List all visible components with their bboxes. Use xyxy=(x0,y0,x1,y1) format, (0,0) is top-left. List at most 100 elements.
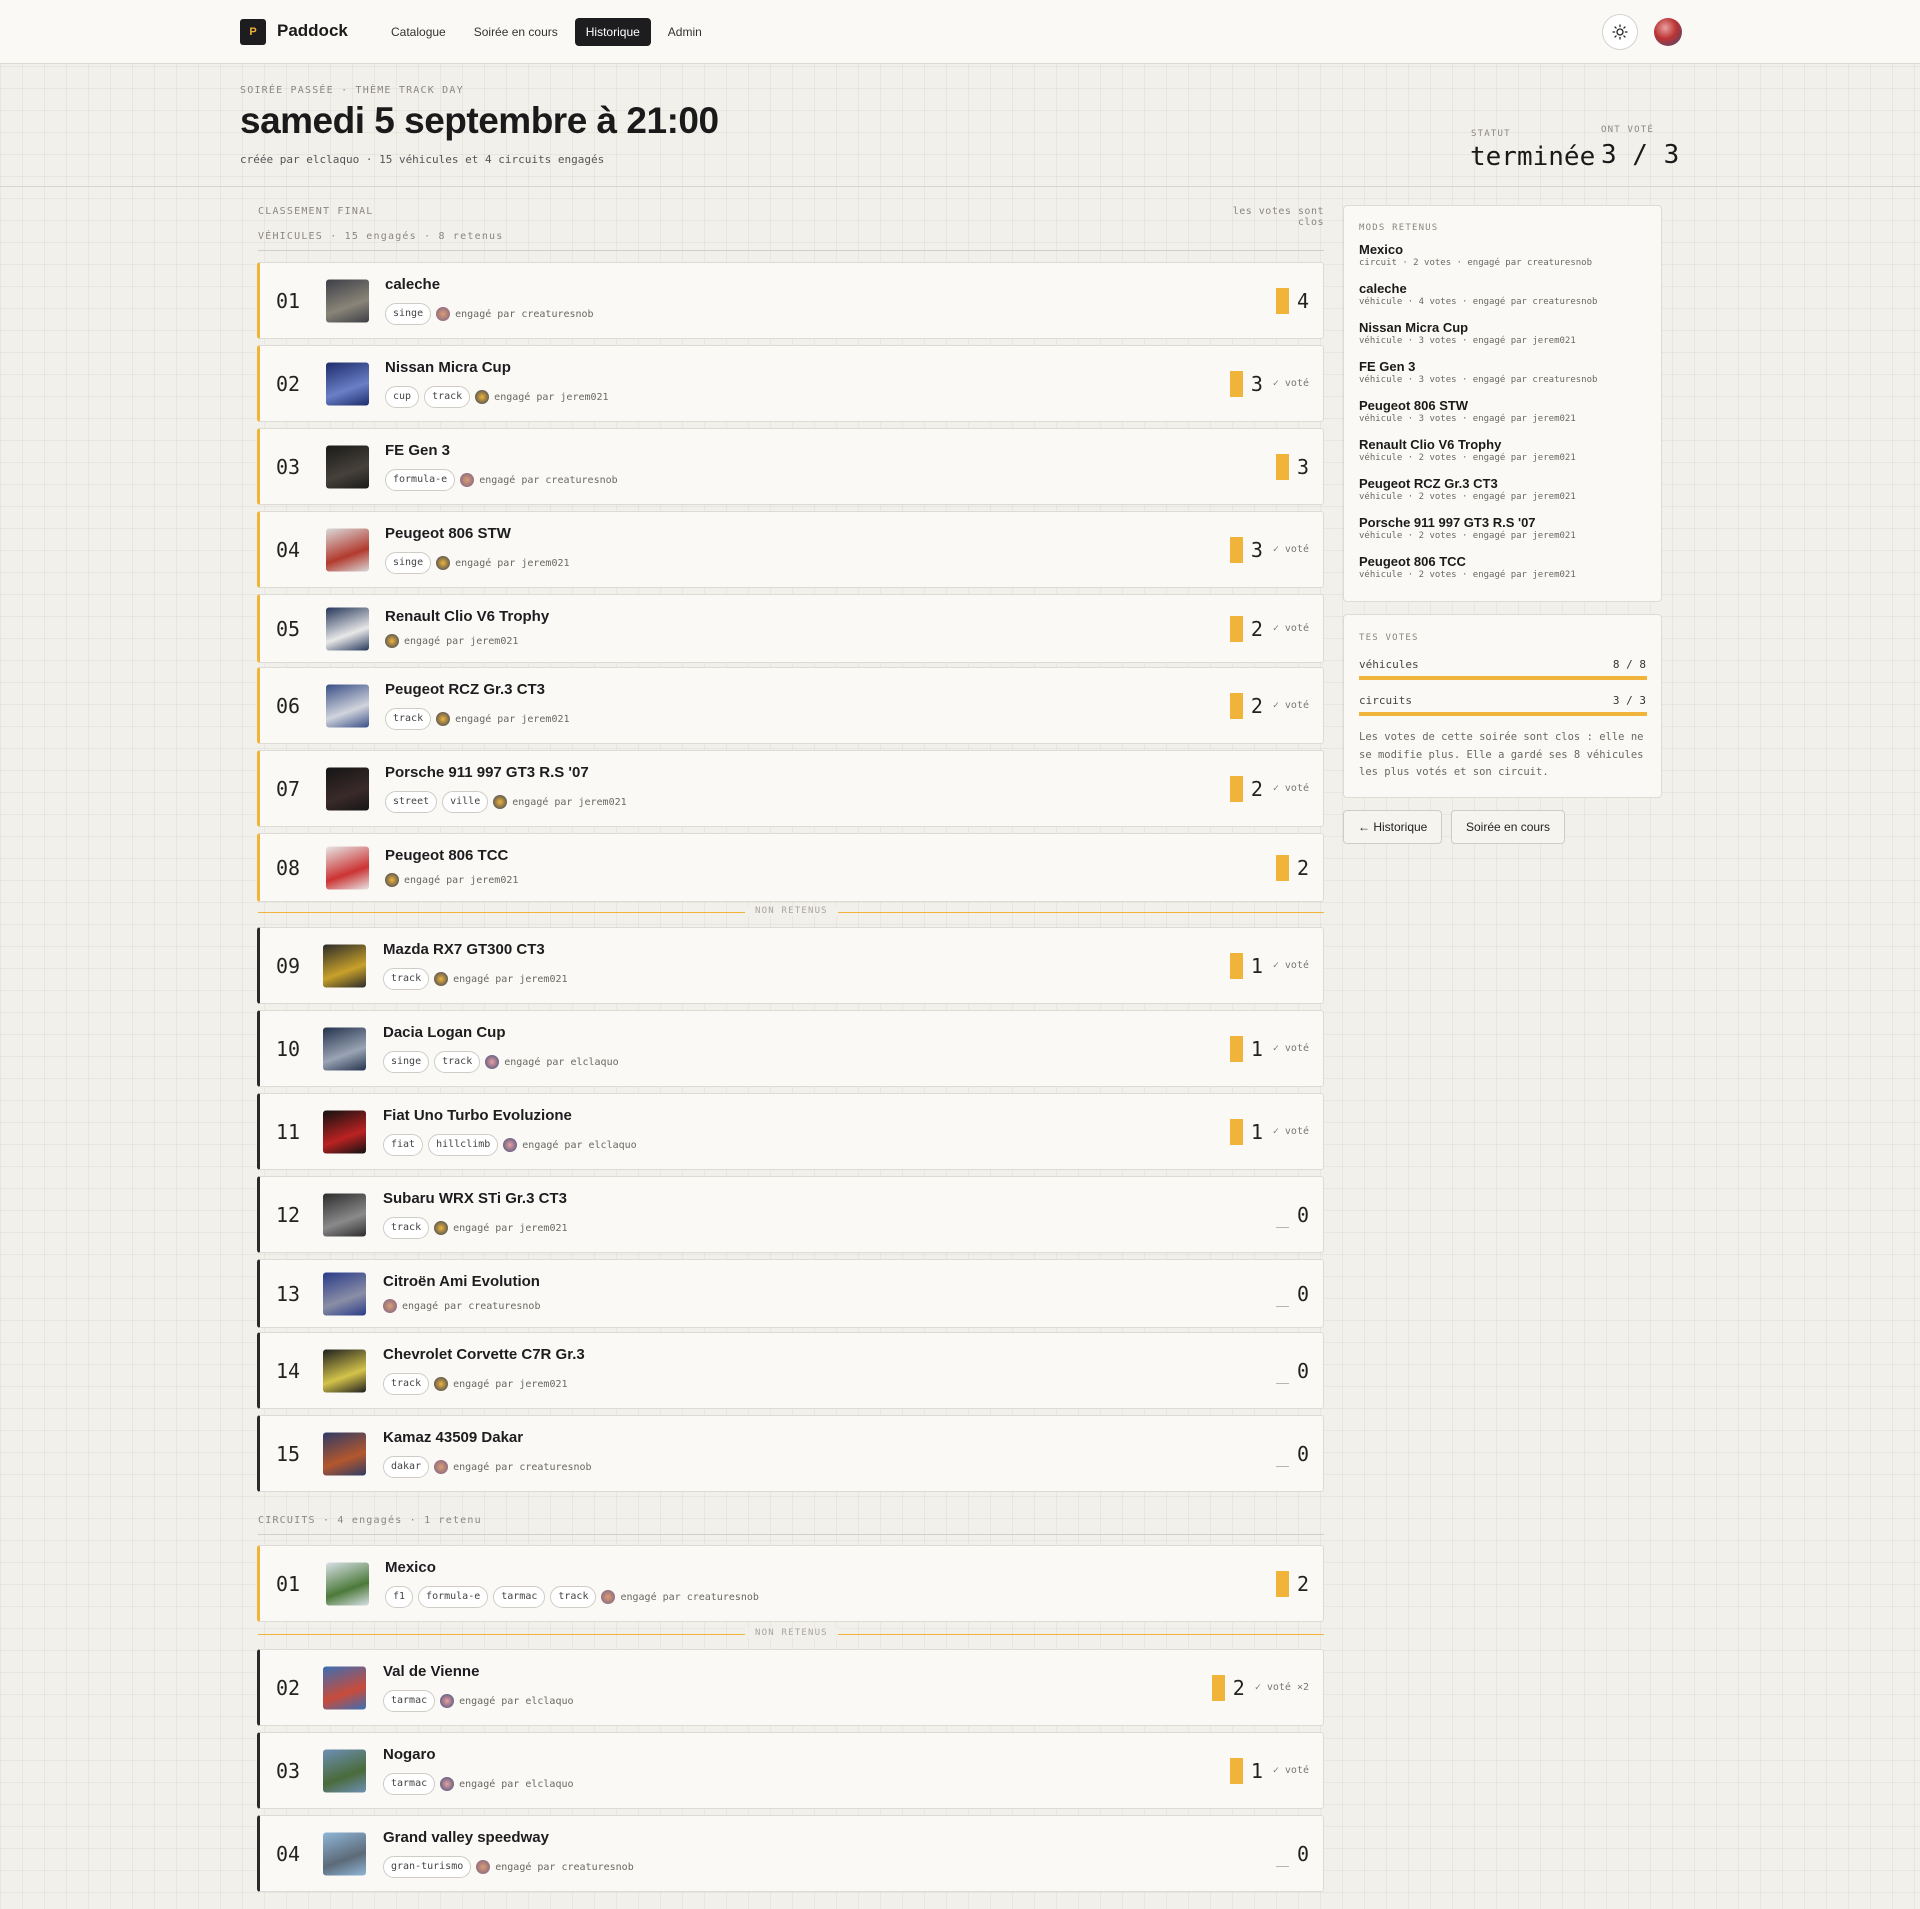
page-subtitle: créée par elclaquo · 15 véhicules et 4 c… xyxy=(240,153,605,166)
tag-chip[interactable]: cup xyxy=(385,386,420,408)
voted-badge: ✓ voté xyxy=(1272,1126,1309,1137)
tag-chip[interactable]: track xyxy=(383,1217,430,1239)
tag-chip[interactable]: singe xyxy=(383,1051,430,1073)
kept-mod-item[interactable]: Peugeot 806 TCC véhicule · 2 votes · enga… xyxy=(1359,554,1576,580)
ranking-row[interactable]: 12 Subaru WRX STi Gr.3 CT3 track engagé par… xyxy=(257,1176,1324,1253)
vote-count: 2 xyxy=(1250,616,1263,641)
tag-chip[interactable]: street xyxy=(385,791,438,813)
item-thumbnail xyxy=(326,684,369,727)
nav-admin[interactable]: Admin xyxy=(657,18,713,46)
ranking-row[interactable]: 04 Grand valley speedway gran-turismo engag… xyxy=(257,1815,1324,1892)
submitter-text: engagé par jerem021 xyxy=(455,557,570,569)
ranking-row[interactable]: 02 Nissan Micra Cup cup track engagé par jer… xyxy=(257,345,1324,422)
rank-number: 10 xyxy=(276,1036,301,1061)
not-kept-label-circuits: NON RETENUS xyxy=(745,1628,838,1638)
tag-chip[interactable]: tarmac xyxy=(383,1690,436,1712)
tag-chip[interactable]: formula-e xyxy=(385,469,456,491)
item-name: Citroën Ami Evolution xyxy=(383,1273,540,1290)
tag-chip[interactable]: track xyxy=(385,708,432,730)
logo-icon[interactable]: P xyxy=(240,19,266,45)
voted-badge: ✓ voté xyxy=(1272,1043,1309,1054)
nav-soiree-en-cours[interactable]: Soirée en cours xyxy=(463,18,569,46)
rank-number: 12 xyxy=(276,1202,301,1227)
tag-chip[interactable]: singe xyxy=(385,303,432,325)
ranking-row[interactable]: 03 FE Gen 3 formula-e engagé par creaturesn… xyxy=(257,428,1324,505)
tag-chip[interactable]: track xyxy=(383,1373,430,1395)
kept-mod-item[interactable]: Porsche 911 997 GT3 R.S '07 véhicule · 2 … xyxy=(1359,515,1576,541)
submitter-text: engagé par elclaquo xyxy=(504,1056,619,1068)
item-meta: engagé par jerem021 xyxy=(385,873,518,887)
nav-historique[interactable]: Historique xyxy=(574,18,651,46)
submitter-avatar xyxy=(434,1221,449,1235)
ranking-row[interactable]: 10 Dacia Logan Cup singe track engagé par el… xyxy=(257,1010,1324,1087)
ranking-row[interactable]: 14 Chevrolet Corvette C7R Gr.3 track engagé… xyxy=(257,1332,1324,1409)
kept-mod-item[interactable]: Nissan Micra Cup véhicule · 3 votes · eng… xyxy=(1359,320,1576,346)
user-avatar[interactable] xyxy=(1654,18,1682,46)
kept-mod-item[interactable]: Peugeot 806 STW véhicule · 3 votes · enga… xyxy=(1359,398,1576,424)
item-meta: engagé par creaturesnob xyxy=(383,1299,540,1313)
tag-chip[interactable]: singe xyxy=(385,552,432,574)
ranking-row[interactable]: 02 Val de Vienne tarmac engagé par elclaquo… xyxy=(257,1649,1324,1726)
vote-count: 2 xyxy=(1296,855,1309,880)
tag-chip[interactable]: tarmac xyxy=(493,1586,546,1608)
submitter-avatar xyxy=(385,634,399,648)
votes-closed-note: les votes sont clos xyxy=(1232,206,1324,228)
ranking-row[interactable]: 11 Fiat Uno Turbo Evoluzione fiat hillclimb… xyxy=(257,1093,1324,1170)
tag-chip[interactable]: track xyxy=(383,968,430,990)
ranking-row[interactable]: 15 Kamaz 43509 Dakar dakar engagé par creat… xyxy=(257,1415,1324,1492)
kept-mod-item[interactable]: caleche véhicule · 4 votes · engagé par c… xyxy=(1359,281,1597,307)
tag-chip[interactable]: tarmac xyxy=(383,1773,436,1795)
item-meta: tarmac engagé par elclaquo xyxy=(383,1773,574,1795)
tag-chip[interactable]: track xyxy=(434,1051,481,1073)
item-thumbnail xyxy=(326,279,369,322)
tag-chip[interactable]: ville xyxy=(442,791,489,813)
voted-badge: ✓ voté xyxy=(1272,960,1309,971)
ranking-row[interactable]: 01 caleche singe engagé par creaturesnob 4 xyxy=(257,262,1324,339)
tag-chip[interactable]: hillclimb xyxy=(428,1134,499,1156)
nav-catalogue[interactable]: Catalogue xyxy=(380,18,457,46)
ranking-row[interactable]: 01 Mexico f1 formula-e tarmac track engagé par… xyxy=(257,1545,1324,1622)
item-name: Chevrolet Corvette C7R Gr.3 xyxy=(383,1346,585,1363)
ranking-row[interactable]: 04 Peugeot 806 STW singe engagé par jerem02… xyxy=(257,511,1324,588)
submitter-avatar xyxy=(440,1777,455,1791)
submitter-text: engagé par jerem021 xyxy=(455,713,570,725)
tag-chip[interactable]: track xyxy=(424,386,471,408)
kept-mod-item[interactable]: FE Gen 3 véhicule · 3 votes · engagé par … xyxy=(1359,359,1597,385)
brand-name[interactable]: Paddock xyxy=(277,21,348,41)
theme-toggle-button[interactable] xyxy=(1602,14,1638,50)
rank-number: 11 xyxy=(276,1119,301,1144)
vote-score: 2 ✓ voté ×2 xyxy=(1211,1674,1309,1701)
kept-mod-item[interactable]: Mexico circuit · 2 votes · engagé par cre… xyxy=(1359,242,1592,268)
tag-chip[interactable]: formula-e xyxy=(418,1586,489,1608)
submitter-text: engagé par creaturesnob xyxy=(453,1461,592,1473)
tag-chip[interactable]: gran-turismo xyxy=(383,1856,472,1878)
kept-mod-item[interactable]: Renault Clio V6 Trophy véhicule · 2 votes… xyxy=(1359,437,1576,463)
no-votes-marker xyxy=(1275,1358,1289,1384)
ranking-row[interactable]: 13 Citroën Ami Evolution engagé par creatu… xyxy=(257,1259,1324,1328)
tag-chip[interactable]: track xyxy=(550,1586,597,1608)
item-name: Peugeot RCZ Gr.3 CT3 xyxy=(385,681,546,698)
ranking-row[interactable]: 07 Porsche 911 997 GT3 R.S '07 street ville… xyxy=(257,750,1324,827)
kept-mod-meta: véhicule · 4 votes · engagé par creature… xyxy=(1359,297,1598,307)
tag-chip[interactable]: f1 xyxy=(385,1586,414,1608)
item-name: Peugeot 806 STW xyxy=(385,525,511,542)
ranking-row[interactable]: 09 Mazda RX7 GT300 CT3 track engagé par jer… xyxy=(257,927,1324,1004)
ranking-row[interactable]: 06 Peugeot RCZ Gr.3 CT3 track engagé par je… xyxy=(257,667,1324,744)
ranking-row[interactable]: 03 Nogaro tarmac engagé par elclaquo 1 ✓ voté xyxy=(257,1732,1324,1809)
voted-value: 3 / 3 xyxy=(1601,140,1680,170)
vote-count: 0 xyxy=(1296,1358,1309,1383)
tag-chip[interactable]: dakar xyxy=(383,1456,430,1478)
ranking-row[interactable]: 08 Peugeot 806 TCC engagé par jerem021 2 xyxy=(257,833,1324,902)
kept-mod-meta: véhicule · 2 votes · engagé par jerem021 xyxy=(1359,453,1576,463)
circuits-votes-progress xyxy=(1359,712,1647,716)
kept-mod-item[interactable]: Peugeot RCZ Gr.3 CT3 véhicule · 2 votes ·… xyxy=(1359,476,1576,502)
item-name: Mexico xyxy=(385,1559,436,1576)
item-name: Subaru WRX STi Gr.3 CT3 xyxy=(383,1190,567,1207)
item-thumbnail xyxy=(323,1749,366,1792)
back-to-history-button[interactable]: ← Historique xyxy=(1343,810,1443,844)
tag-chip[interactable]: fiat xyxy=(383,1134,424,1156)
current-evening-button[interactable]: Soirée en cours xyxy=(1451,810,1566,844)
submitter-avatar xyxy=(475,390,490,404)
item-thumbnail xyxy=(326,767,369,810)
ranking-row[interactable]: 05 Renault Clio V6 Trophy engagé par jerem… xyxy=(257,594,1324,663)
